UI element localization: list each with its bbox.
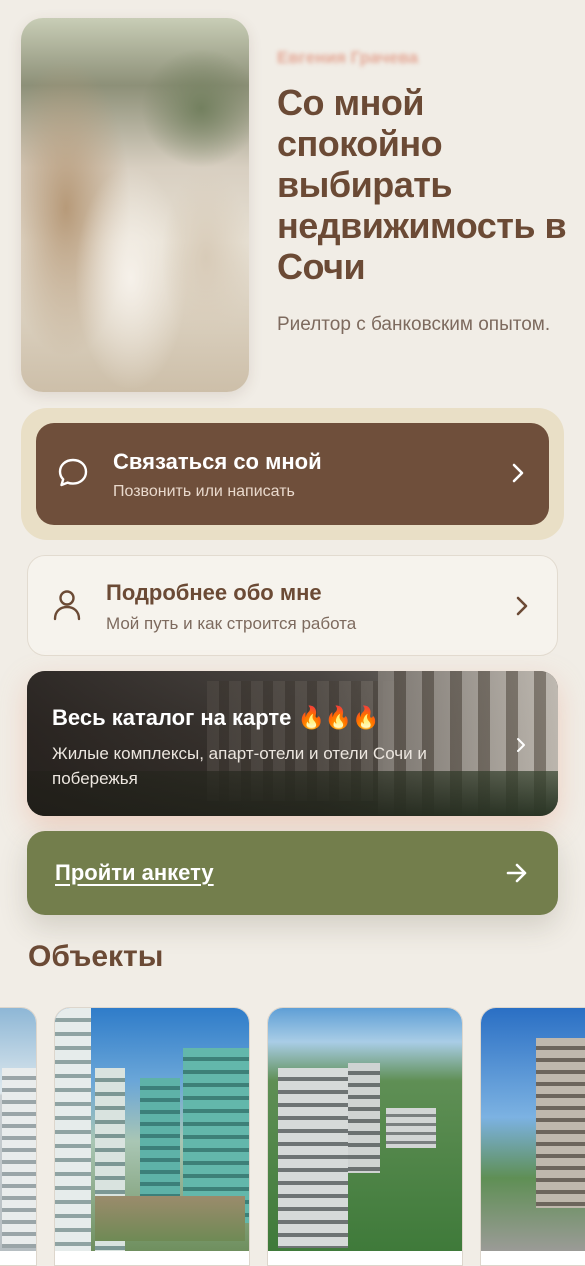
catalog-button-title: Весь каталог на карте 🔥🔥🔥 [52,705,380,730]
about-button-subtitle: Мой путь и как строится работа [106,614,357,633]
hero-photo [21,18,249,392]
about-me-button[interactable]: Подробнее обо мне Мой путь и как строитс… [27,555,558,656]
contact-button-title: Связаться со мной [113,449,322,474]
objects-carousel[interactable] [0,1007,585,1266]
catalog-button-subtitle: Жилые комплексы, апарт-отели и отели Соч… [52,744,427,788]
objects-section-title: Объекты [28,940,164,973]
object-card-image [268,1008,462,1251]
chevron-right-icon [512,463,524,483]
object-card[interactable] [480,1007,585,1266]
object-card[interactable] [0,1007,37,1266]
survey-button-label: Пройти анкету [55,860,214,885]
chevron-right-icon [517,738,525,752]
user-icon [53,590,81,621]
realtor-name: Евгения Грачева [277,48,419,67]
about-button-title: Подробнее обо мне [106,580,322,605]
contact-button-subtitle: Позвонить или написать [113,483,295,500]
contact-button[interactable]: Связаться со мной Позвонить или написать [36,423,549,525]
object-card-image [55,1008,249,1253]
page-title: Со мной спокойно выбирать недвижимость в… [277,82,567,287]
object-card-image [481,1008,585,1251]
catalog-map-button[interactable]: Весь каталог на карте 🔥🔥🔥 Жилые комплекс… [27,671,558,816]
survey-button[interactable]: Пройти анкету [27,831,558,915]
object-card-image [0,1008,36,1251]
hero-subtitle: Риелтор с банковским опытом. [277,314,551,335]
object-card[interactable] [54,1007,250,1266]
object-card[interactable] [267,1007,463,1266]
chat-bubble-icon [58,458,88,487]
chevron-right-icon [516,596,528,616]
arrow-right-icon [506,863,527,883]
